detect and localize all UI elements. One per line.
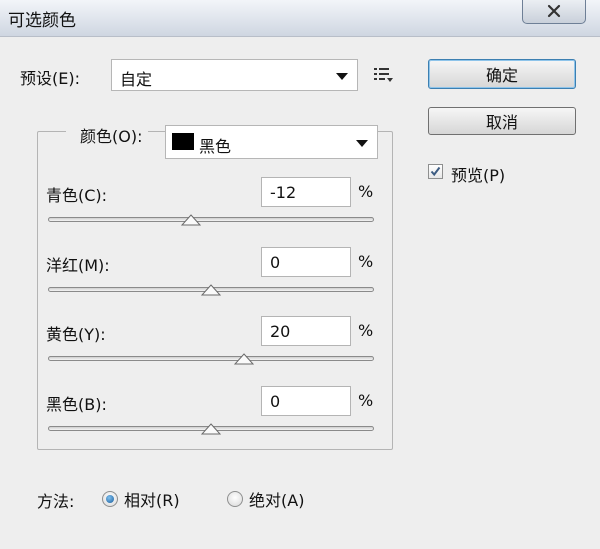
method-label: 方法: [37,492,75,511]
preset-options-button[interactable] [372,66,394,84]
preview-checkbox[interactable] [428,164,443,179]
cyan-slider-track[interactable] [48,217,374,222]
magenta-slider-thumb[interactable] [201,284,221,296]
relative-radio[interactable] [102,491,118,507]
preset-label: 预设(E): [20,69,80,88]
selective-color-dialog: 可选颜色 预设(E): 自定 确定 取消 预览(P) 颜色(O): 黑色 青色(… [0,0,600,549]
magenta-label: 洋红(M): [46,256,110,275]
cancel-button[interactable]: 取消 [428,107,576,135]
preview-label: 预览(P) [451,166,506,185]
cyan-unit: % [358,182,374,201]
yellow-slider-thumb[interactable] [233,353,254,365]
magenta-input[interactable]: 0 [261,247,351,277]
close-icon [547,4,561,17]
ok-button[interactable]: 确定 [428,59,576,89]
chevron-down-icon [336,73,348,80]
window-title: 可选颜色 [8,11,76,31]
color-label: 颜色(O): [66,123,149,147]
yellow-unit: % [358,321,374,340]
black-label: 黑色(B): [46,395,107,414]
yellow-input[interactable]: 20 [261,316,351,346]
chevron-down-icon [356,140,368,147]
magenta-unit: % [358,252,374,271]
title-bar: 可选颜色 [0,0,600,37]
preset-value: 自定 [120,70,153,89]
black-input[interactable]: 0 [261,386,351,416]
black-slider-thumb[interactable] [201,423,221,435]
relative-label: 相对(R) [124,491,180,510]
close-button[interactable] [522,0,586,24]
absolute-label: 绝对(A) [249,491,305,510]
yellow-slider-track[interactable] [48,356,374,361]
color-swatch [172,133,194,150]
checkmark-icon [430,166,441,177]
cyan-slider-thumb[interactable] [181,214,202,226]
cyan-label: 青色(C): [46,186,108,205]
cyan-input[interactable]: -12 [261,177,351,207]
preset-menu-icon [374,68,393,82]
color-value: 黑色 [199,137,232,156]
black-unit: % [358,391,374,410]
preset-dropdown[interactable]: 自定 [111,59,358,91]
color-dropdown[interactable]: 黑色 [165,125,378,159]
yellow-label: 黄色(Y): [46,325,106,344]
absolute-radio[interactable] [227,491,243,507]
